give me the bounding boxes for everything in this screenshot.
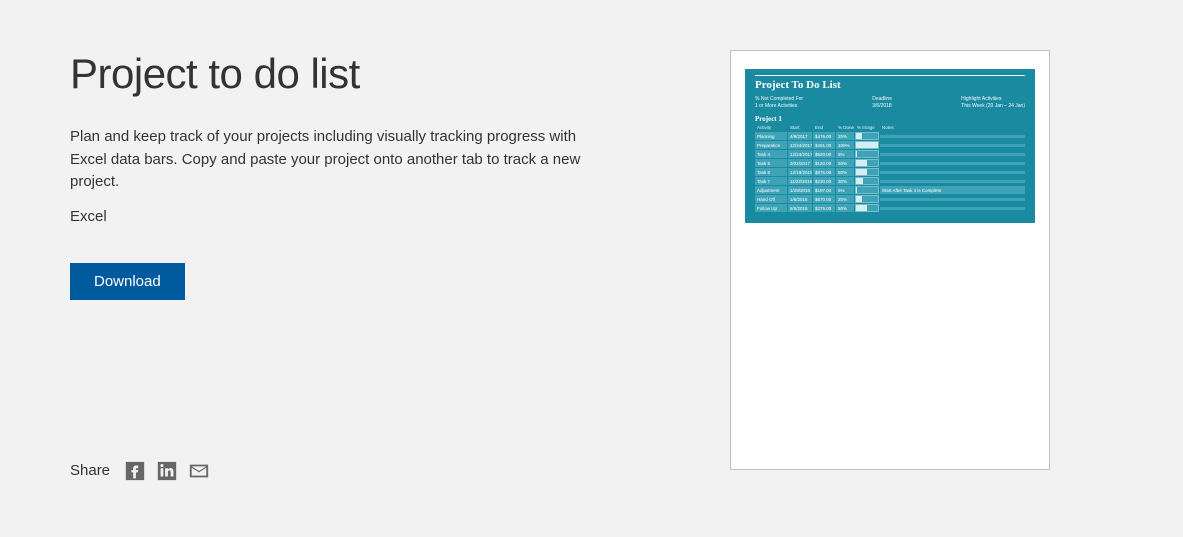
preview-meta-right-label: Highlight Activities bbox=[961, 96, 1025, 102]
preview-meta-left-label: % Not Completed For bbox=[755, 96, 803, 102]
preview-meta-right-value: This Week (20 Jan – 24 Jan) bbox=[961, 103, 1025, 109]
share-label: Share bbox=[70, 462, 110, 479]
preview-row: Hand Off1/6/2018$670.0025% bbox=[755, 195, 1025, 203]
preview-row: Task 612/19/2015$975.0050% bbox=[755, 168, 1025, 176]
facebook-icon[interactable] bbox=[124, 460, 146, 482]
email-icon[interactable] bbox=[188, 460, 210, 482]
download-button[interactable]: Download bbox=[70, 263, 185, 300]
preview-row: Follow Up8/5/2016$275.0050% bbox=[755, 204, 1025, 212]
preview-title: Project To Do List bbox=[755, 79, 1025, 91]
preview-row: Task 711/22/2015$230.0030% bbox=[755, 177, 1025, 185]
linkedin-icon[interactable] bbox=[156, 460, 178, 482]
preview-row: Adjustment1/29/2016$197.005%Start After … bbox=[755, 186, 1025, 194]
template-description: Plan and keep track of your projects inc… bbox=[70, 126, 610, 194]
template-preview: Project To Do List % Not Completed For 1… bbox=[730, 50, 1050, 470]
preview-row: Task 412/24/2017$520.005% bbox=[755, 150, 1025, 158]
preview-meta-mid-value: 3/6/2018 bbox=[872, 103, 892, 109]
preview-row: Task 53/22/2017$120.0050% bbox=[755, 159, 1025, 167]
preview-headers: Activity Start End % Done % Image Notes bbox=[755, 125, 1025, 130]
preview-meta-left-value: 1 or More Activities bbox=[755, 103, 803, 109]
preview-row: Preparation12/24/2017$451.00100% bbox=[755, 141, 1025, 149]
preview-row: Planning4/9/2017$476.0025% bbox=[755, 132, 1025, 140]
app-name: Excel bbox=[70, 208, 690, 225]
page-title: Project to do list bbox=[70, 50, 690, 98]
preview-project-label: Project 1 bbox=[755, 115, 1025, 123]
preview-meta-mid-label: Deadline bbox=[872, 96, 892, 102]
